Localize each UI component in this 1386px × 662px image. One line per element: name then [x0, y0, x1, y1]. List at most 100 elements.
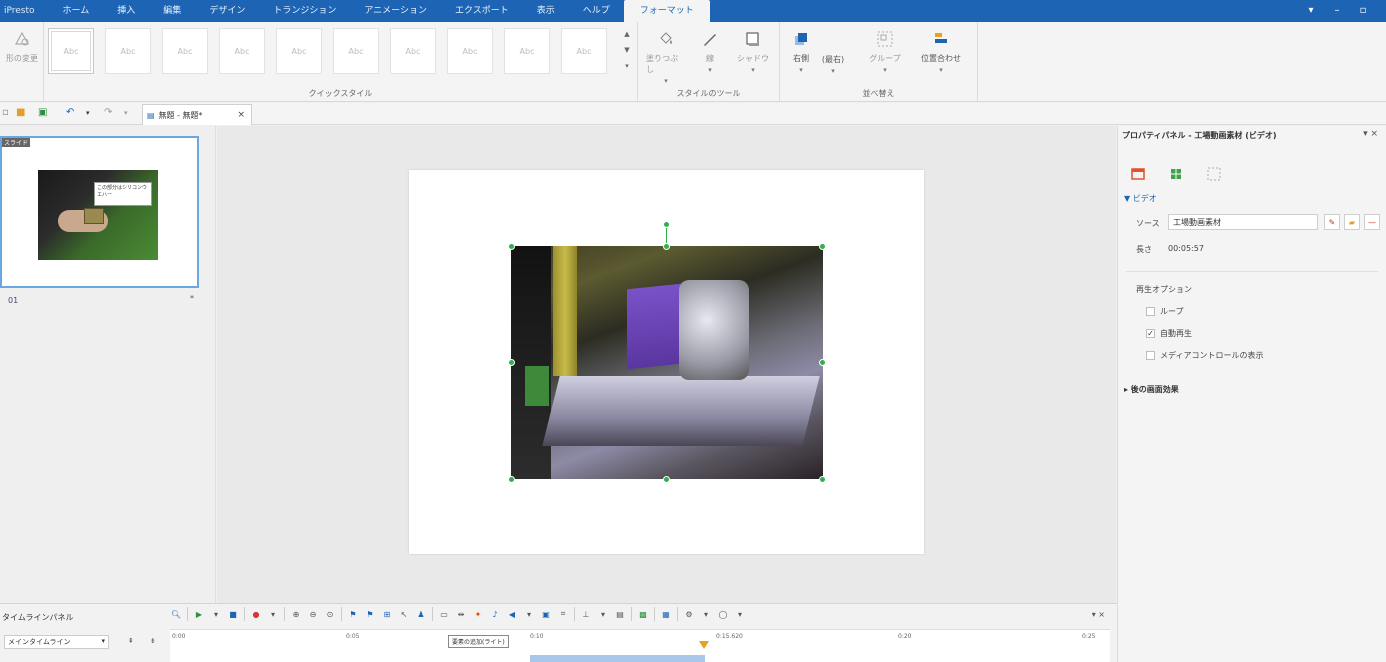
- crop-icon[interactable]: ⌗: [557, 607, 569, 621]
- audio-icon[interactable]: ♪: [489, 607, 501, 621]
- marker-icon[interactable]: ⚑: [347, 607, 359, 621]
- settings-icon[interactable]: ▦: [660, 607, 672, 621]
- slide-thumbnail[interactable]: スライド この部分はシリコンウエハー: [0, 136, 199, 288]
- resize-handle[interactable]: [819, 243, 826, 250]
- tab-format[interactable]: フォーマット: [623, 0, 710, 22]
- zoom-in-icon[interactable]: ⊕: [290, 607, 302, 621]
- source-field[interactable]: 工場動画素材: [1168, 214, 1318, 230]
- folder-icon[interactable]: ▰: [1344, 214, 1360, 230]
- clipboard-icon[interactable]: ▤: [614, 607, 626, 621]
- add-element-icon[interactable]: ⊞: [381, 607, 393, 621]
- chevron-down-icon[interactable]: ▾: [597, 607, 609, 621]
- style-thumbnail[interactable]: Abc: [333, 28, 379, 74]
- chat-icon[interactable]: ◯: [717, 607, 729, 621]
- zoom-out-icon[interactable]: ⊖: [307, 607, 319, 621]
- style-thumbnail[interactable]: Abc: [276, 28, 322, 74]
- effect-icon[interactable]: ✦: [472, 607, 484, 621]
- track-down-icon[interactable]: ⇟: [150, 637, 156, 645]
- video-object[interactable]: [511, 246, 823, 479]
- split-icon[interactable]: ⇹: [455, 607, 467, 621]
- fill-button[interactable]: 塗りつぶし ▾: [646, 28, 686, 85]
- style-thumbnail[interactable]: Abc: [105, 28, 151, 74]
- play-icon[interactable]: ▶: [193, 607, 205, 621]
- search-icon[interactable]: 🔍︎: [170, 607, 182, 621]
- tab-insert[interactable]: 挿入: [103, 0, 149, 22]
- resize-handle[interactable]: [819, 476, 826, 483]
- rotate-handle[interactable]: [663, 221, 670, 228]
- resize-handle[interactable]: [663, 243, 670, 250]
- timeline-pin-icon[interactable]: ▾ ×: [1092, 610, 1105, 619]
- track-select[interactable]: メインタイムライン ▾: [4, 635, 109, 649]
- remove-icon[interactable]: —: [1364, 214, 1380, 230]
- bring-forward-button[interactable]: 右側 ▾: [786, 28, 816, 74]
- align-bottom-icon[interactable]: ⊥: [580, 607, 592, 621]
- chevron-down-icon[interactable]: ▾: [124, 109, 128, 117]
- ribbon-options-icon[interactable]: ▾: [1298, 0, 1324, 22]
- chevron-down-icon[interactable]: ▾: [86, 109, 90, 117]
- tab-export[interactable]: エクスポート: [441, 0, 523, 22]
- save-icon[interactable]: ▣: [38, 107, 47, 118]
- autoplay-checkbox[interactable]: ✓ 自動再生: [1146, 328, 1192, 339]
- playhead-marker[interactable]: [699, 641, 709, 649]
- chevron-down-icon[interactable]: ▾: [734, 607, 746, 621]
- resize-handle[interactable]: [663, 476, 670, 483]
- screen-icon[interactable]: ▩: [637, 607, 649, 621]
- timeline-clip[interactable]: [530, 655, 705, 662]
- gallery-down-icon[interactable]: ▼: [624, 46, 629, 54]
- document-tab[interactable]: ▤ 無題 - 無題* ×: [142, 104, 252, 125]
- resize-handle[interactable]: [508, 359, 515, 366]
- resize-handle[interactable]: [508, 243, 515, 250]
- size-tab-icon[interactable]: [1206, 166, 1222, 182]
- tab-animation[interactable]: アニメーション: [350, 0, 441, 22]
- resize-handle[interactable]: [508, 476, 515, 483]
- redo-icon[interactable]: ↷: [104, 107, 112, 118]
- maximize-icon[interactable]: ▫: [1350, 0, 1376, 22]
- pin-icon[interactable]: ▾ ×: [1363, 129, 1378, 139]
- gear-icon[interactable]: ⚙: [683, 607, 695, 621]
- stop-icon[interactable]: ■: [227, 607, 239, 621]
- cursor-icon[interactable]: ↖: [398, 607, 410, 621]
- video-section-header[interactable]: ▼ ビデオ: [1124, 193, 1157, 204]
- minimize-icon[interactable]: –: [1324, 0, 1350, 22]
- image-icon[interactable]: ▣: [540, 607, 552, 621]
- style-thumbnail[interactable]: Abc: [219, 28, 265, 74]
- loop-checkbox[interactable]: ループ: [1146, 306, 1184, 317]
- tab-help[interactable]: ヘルプ: [569, 0, 624, 22]
- tab-transition[interactable]: トランジション: [259, 0, 350, 22]
- gallery-more-icon[interactable]: ▾: [625, 62, 629, 70]
- tab-home[interactable]: ホーム: [49, 0, 104, 22]
- layout-tab-icon[interactable]: [1168, 166, 1184, 182]
- resize-handle[interactable]: [819, 359, 826, 366]
- volume-icon[interactable]: ◀: [506, 607, 518, 621]
- style-thumbnail[interactable]: Abc: [561, 28, 607, 74]
- tab-design[interactable]: デザイン: [195, 0, 259, 22]
- video-properties-tab-icon[interactable]: [1130, 166, 1146, 182]
- person-icon[interactable]: ♟: [415, 607, 427, 621]
- new-icon[interactable]: ▫: [2, 107, 9, 118]
- effects-section-header[interactable]: ▸ 後の画面効果: [1124, 384, 1179, 395]
- shape-change-button[interactable]: 形の変更: [4, 28, 40, 64]
- style-thumbnail[interactable]: Abc: [504, 28, 550, 74]
- style-thumbnail[interactable]: Abc: [447, 28, 493, 74]
- gallery-up-icon[interactable]: ▲: [624, 30, 629, 38]
- tab-edit[interactable]: 編集: [149, 0, 195, 22]
- style-thumbnail[interactable]: Abc: [48, 28, 94, 74]
- track-up-icon[interactable]: ⇞: [128, 637, 134, 645]
- style-thumbnail[interactable]: Abc: [390, 28, 436, 74]
- align-button[interactable]: 位置合わせ ▾: [910, 28, 972, 74]
- open-icon[interactable]: ■: [16, 107, 25, 118]
- chevron-down-icon[interactable]: ▾: [267, 607, 279, 621]
- chevron-down-icon[interactable]: ▾: [210, 607, 222, 621]
- edit-source-icon[interactable]: ✎: [1324, 214, 1340, 230]
- close-icon[interactable]: ×: [237, 110, 245, 120]
- media-controls-checkbox[interactable]: メディアコントロールの表示: [1146, 350, 1263, 361]
- chevron-down-icon[interactable]: ▾: [523, 607, 535, 621]
- group-button[interactable]: グループ ▾: [868, 28, 902, 74]
- marker-next-icon[interactable]: ⚑: [364, 607, 376, 621]
- shadow-button[interactable]: シャドウ ▾: [734, 28, 772, 74]
- style-thumbnail[interactable]: Abc: [162, 28, 208, 74]
- caption-icon[interactable]: ▭: [438, 607, 450, 621]
- zoom-fit-icon[interactable]: ⊙: [324, 607, 336, 621]
- chevron-down-icon[interactable]: ▾: [700, 607, 712, 621]
- send-backward-button[interactable]: (最右) ▾: [816, 54, 850, 75]
